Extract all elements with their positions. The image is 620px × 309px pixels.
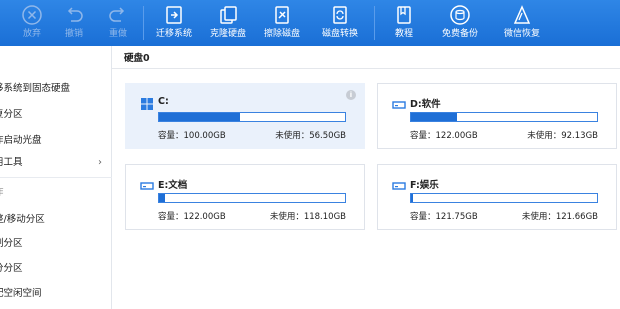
usage-bar-fill xyxy=(411,194,413,202)
usage-bar-fill xyxy=(159,113,240,121)
free-space-text: 未使用：92.13GB xyxy=(527,131,598,141)
partition-name: C: xyxy=(158,96,169,107)
sidebar-item-label: 移系统到固态硬盘 xyxy=(0,83,71,94)
free-backup-button[interactable]: 免费备份 xyxy=(436,0,484,46)
drive-icon xyxy=(140,178,154,192)
backup-icon xyxy=(449,4,471,26)
capacity-text: 容量：122.00GB xyxy=(410,131,478,141)
sidebar-item-label: 分分区 xyxy=(0,263,23,274)
recover-icon xyxy=(511,4,533,26)
tutorial-button[interactable]: 教程 xyxy=(386,0,422,46)
sidebar-item-boot-disc[interactable]: 作启动光盘 xyxy=(0,131,112,151)
convert-disk-label: 磁盘转换 xyxy=(321,29,358,39)
usage-bar xyxy=(158,112,346,122)
windows-icon xyxy=(140,97,154,111)
partition-card-d[interactable]: D:软件 容量：122.00GB 未使用：92.13GB xyxy=(377,83,617,149)
usage-bar-fill xyxy=(159,194,165,202)
partition-name: E:文档 xyxy=(158,180,188,191)
free-space-text: 未使用：118.10GB xyxy=(269,212,346,222)
sidebar-item-label: 配空闲空间 xyxy=(0,288,42,299)
close-circle-icon xyxy=(21,4,43,26)
main-panel: 硬盘0 C: i 容量：100.00GB 未使用：56.50GB D:软件 容量… xyxy=(112,46,620,309)
sidebar-item-migrate-ssd[interactable]: 移系统到固态硬盘 xyxy=(0,79,112,99)
sidebar-item-allocate-space[interactable]: 配空闲空间 xyxy=(0,284,112,304)
main-toolbar: 放弃 撤销 重做 迁移系统 克隆硬盘 擦除磁盘 磁盘转换 教程 免费备份 微信恢… xyxy=(0,0,620,46)
convert-disk-button[interactable]: 磁盘转换 xyxy=(318,0,362,46)
usage-bar xyxy=(410,193,598,203)
partition-card-e[interactable]: E:文档 容量：122.00GB 未使用：118.10GB xyxy=(125,164,365,230)
partition-card-f[interactable]: F:娱乐 容量：121.75GB 未使用：121.66GB xyxy=(377,164,617,230)
sidebar-section-heading: 作 xyxy=(0,183,112,203)
clone-disk-button[interactable]: 克隆硬盘 xyxy=(206,0,250,46)
discard-label: 放弃 xyxy=(22,29,41,39)
free-backup-label: 免费备份 xyxy=(441,29,478,39)
migrate-os-icon xyxy=(163,4,185,26)
toolbar-separator xyxy=(143,6,144,40)
capacity-text: 容量：122.00GB xyxy=(158,212,226,222)
disk-title: 硬盘0 xyxy=(124,53,150,64)
migrate-os-label: 迁移系统 xyxy=(155,29,192,39)
undo-label: 撤销 xyxy=(64,29,83,39)
convert-disk-icon xyxy=(329,4,351,26)
wechat-recover-button[interactable]: 微信恢复 xyxy=(498,0,546,46)
tutorial-icon xyxy=(393,4,415,26)
free-space-text: 未使用：56.50GB xyxy=(275,131,346,141)
usage-bar xyxy=(158,193,346,203)
wipe-disk-button[interactable]: 擦除磁盘 xyxy=(260,0,304,46)
sidebar-item-split-partition[interactable]: 分分区 xyxy=(0,259,112,279)
undo-button[interactable]: 撤销 xyxy=(56,0,92,46)
chevron-right-icon: › xyxy=(98,157,102,168)
capacity-text: 容量：121.75GB xyxy=(410,212,478,222)
divider xyxy=(112,68,620,69)
toolbar-separator xyxy=(374,6,375,40)
sidebar-item-label: 制分区 xyxy=(0,238,23,249)
partition-name: D:软件 xyxy=(410,99,441,110)
sidebar-item-tools[interactable]: 用工具 › xyxy=(0,153,112,173)
wipe-disk-icon xyxy=(271,4,293,26)
partition-name: F:娱乐 xyxy=(410,180,439,191)
partition-card-c[interactable]: C: i 容量：100.00GB 未使用：56.50GB xyxy=(125,83,365,149)
sidebar-item-label: 复分区 xyxy=(0,109,23,120)
sidebar-item-label: 整/移动分区 xyxy=(0,214,45,225)
sidebar: 移系统到固态硬盘 复分区 作启动光盘 用工具 › 作 整/移动分区 制分区 分分… xyxy=(0,46,112,309)
sidebar-section-label: 作 xyxy=(0,183,4,203)
undo-icon xyxy=(63,4,85,26)
clone-disk-label: 克隆硬盘 xyxy=(209,29,246,39)
sidebar-item-label: 用工具 xyxy=(0,157,23,168)
sidebar-item-resize-move[interactable]: 整/移动分区 xyxy=(0,210,112,230)
usage-bar xyxy=(410,112,598,122)
free-space-text: 未使用：121.66GB xyxy=(521,212,598,222)
wipe-disk-label: 擦除磁盘 xyxy=(263,29,300,39)
capacity-text: 容量：100.00GB xyxy=(158,131,226,141)
wechat-recover-label: 微信恢复 xyxy=(503,29,540,39)
discard-button[interactable]: 放弃 xyxy=(14,0,50,46)
info-icon[interactable]: i xyxy=(346,90,356,100)
redo-label: 重做 xyxy=(108,29,127,39)
sidebar-item-copy-partition[interactable]: 制分区 xyxy=(0,234,112,254)
drive-icon xyxy=(392,178,406,192)
tutorial-label: 教程 xyxy=(394,29,413,39)
clone-disk-icon xyxy=(217,4,239,26)
sidebar-item-label: 作启动光盘 xyxy=(0,135,42,146)
redo-icon xyxy=(107,4,129,26)
redo-button[interactable]: 重做 xyxy=(100,0,136,46)
usage-bar-fill xyxy=(411,113,457,121)
drive-icon xyxy=(392,97,406,111)
sidebar-item-recover-partition[interactable]: 复分区 xyxy=(0,105,112,125)
migrate-os-button[interactable]: 迁移系统 xyxy=(152,0,196,46)
sidebar-divider xyxy=(0,177,112,178)
